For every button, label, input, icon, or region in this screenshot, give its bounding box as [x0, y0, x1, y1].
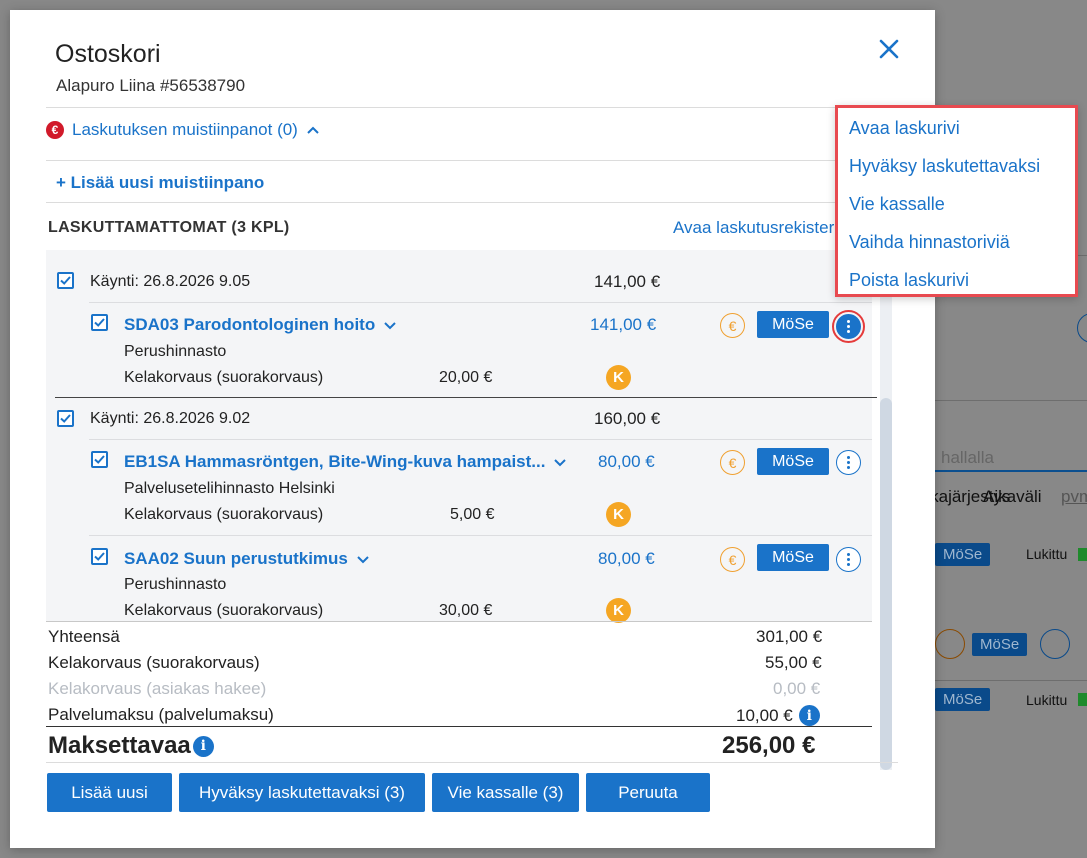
bg-more-icon	[1040, 629, 1070, 659]
kela-icon: K	[606, 598, 631, 623]
billing-notes-label: Laskutuksen muistiinpanot (0)	[72, 120, 298, 139]
euro-alert-icon: €	[46, 121, 64, 139]
chevron-down-icon	[554, 458, 567, 466]
summary-kela-customer-label: Kelakorvaus (asiakas hakee)	[48, 679, 267, 698]
item-3-pricelist: Perushinnasto	[124, 576, 227, 593]
bg-locked-indicator-2	[1078, 693, 1087, 706]
euro-icon[interactable]: €	[720, 313, 745, 338]
euro-icon[interactable]: €	[720, 547, 745, 572]
bg-tab-range: Aikaväli	[983, 487, 1042, 506]
visit-1-total: 141,00 €	[594, 272, 661, 291]
bg-locked-label: Lukittu	[1026, 546, 1068, 562]
euro-icon[interactable]: €	[720, 450, 745, 475]
more-vertical-icon	[847, 455, 850, 470]
item-3-more-button[interactable]	[836, 547, 861, 572]
item-3-kela-amount: 30,00 €	[439, 602, 493, 619]
chevron-down-icon	[357, 555, 369, 563]
bg-mose-button: MöSe	[935, 543, 991, 566]
checkmark-icon	[94, 552, 105, 561]
menu-item-delete-row[interactable]: Poista laskurivi	[849, 270, 969, 291]
item-3-kela-label: Kelakorvaus (suorakorvaus)	[124, 602, 324, 619]
bg-euro-icon	[935, 629, 965, 659]
info-icon[interactable]: i	[798, 705, 820, 726]
patient-name: Alapuro Liina #56538790	[56, 76, 246, 95]
visit-2-checkbox[interactable]	[57, 410, 74, 427]
info-icon[interactable]: i	[192, 735, 214, 757]
bg-locked-indicator	[1078, 548, 1087, 561]
bg-search-input: hallalla	[935, 440, 1087, 472]
close-button[interactable]	[874, 34, 904, 64]
kela-icon: K	[606, 365, 631, 390]
item-1-mose-button[interactable]: MöSe	[757, 311, 829, 338]
chevron-up-icon	[307, 126, 319, 134]
unbilled-section-title: LASKUTTAMATTOMAT (3 KPL)	[48, 219, 290, 236]
item-3-checkbox[interactable]	[91, 548, 108, 565]
bg-tab-date: pvm	[1061, 487, 1087, 506]
item-2-checkbox[interactable]	[91, 451, 108, 468]
item-2-price: 80,00 €	[598, 452, 655, 471]
kela-icon: K	[606, 502, 631, 527]
summary-kela-direct-value: 55,00 €	[765, 653, 822, 672]
cancel-button[interactable]: Peruuta	[586, 773, 710, 812]
visit-2-label: Käynti: 26.8.2026 9.02	[90, 410, 251, 427]
visit-2-total: 160,00 €	[594, 409, 661, 428]
dialog-title: Ostoskori	[55, 40, 161, 68]
add-note-link[interactable]: + Lisää uusi muistiinpano	[56, 173, 264, 193]
menu-item-approve[interactable]: Hyväksy laskutettavaksi	[849, 156, 1040, 177]
item-1-kela-label: Kelakorvaus (suorakorvaus)	[124, 369, 324, 386]
visit-1-label: Käynti: 26.8.2026 9.05	[90, 273, 251, 290]
approve-billing-button[interactable]: Hyväksy laskutettavaksi (3)	[179, 773, 425, 812]
item-3-title[interactable]: SAA02 Suun perustutkimus	[124, 549, 370, 569]
checkmark-icon	[94, 455, 105, 464]
close-icon	[879, 39, 899, 59]
item-3-mose-button[interactable]: MöSe	[757, 544, 829, 571]
payable-label-group: Maksettavaa i	[48, 732, 214, 760]
item-3-price: 80,00 €	[598, 549, 655, 568]
bg-locked-label-2: Lukittu	[1026, 692, 1068, 708]
checkmark-icon	[94, 318, 105, 327]
item-1-title[interactable]: SDA03 Parodontologinen hoito	[124, 315, 397, 335]
item-2-kela-amount: 5,00 €	[450, 506, 495, 523]
item-1-more-button[interactable]	[836, 314, 861, 339]
summary-service-fee-value: 10,00 €	[736, 705, 793, 725]
bg-mose-button-3: MöSe	[935, 688, 991, 711]
shopping-cart-dialog: Ostoskori Alapuro Liina #56538790 € Lask…	[10, 10, 935, 848]
item-1-pricelist: Perushinnasto	[124, 343, 227, 360]
item-2-pricelist: Palvelusetelihinnasto Helsinki	[124, 480, 335, 497]
checkmark-icon	[60, 276, 71, 285]
chevron-down-icon	[384, 321, 396, 329]
payable-value: 256,00 €	[722, 732, 816, 759]
item-2-more-button[interactable]	[836, 450, 861, 475]
add-new-button[interactable]: Lisää uusi	[47, 773, 172, 812]
menu-item-change-pricelist[interactable]: Vaihda hinnastoriviä	[849, 232, 1010, 253]
menu-item-checkout[interactable]: Vie kassalle	[849, 194, 945, 215]
more-vertical-icon	[847, 552, 850, 567]
scrollbar-thumb[interactable]	[880, 398, 892, 770]
checkout-button[interactable]: Vie kassalle (3)	[432, 773, 579, 812]
summary-service-fee-label: Palvelumaksu (palvelumaksu)	[48, 705, 274, 724]
item-2-title[interactable]: EB1SA Hammasröntgen, Bite-Wing-kuva hamp…	[124, 452, 567, 472]
summary-kela-direct-label: Kelakorvaus (suorakorvaus)	[48, 653, 260, 672]
item-1-price: 141,00 €	[590, 315, 657, 334]
summary-total-label: Yhteensä	[48, 627, 120, 646]
payable-label: Maksettavaa	[48, 732, 191, 759]
billing-notes-toggle[interactable]: € Laskutuksen muistiinpanot (0)	[46, 120, 320, 140]
unbilled-list: Käynti: 26.8.2026 9.05 141,00 € SDA03 Pa…	[46, 250, 877, 623]
bg-circle-button	[1077, 313, 1087, 343]
open-billing-register-link[interactable]: Avaa laskutusrekisteri	[673, 218, 838, 238]
checkmark-icon	[60, 414, 71, 423]
visit-1-checkbox[interactable]	[57, 272, 74, 289]
more-vertical-icon	[847, 319, 850, 334]
summary-total-value: 301,00 €	[756, 627, 823, 646]
summary-service-fee: 10,00 € i	[736, 705, 820, 726]
item-1-checkbox[interactable]	[91, 314, 108, 331]
item-2-kela-label: Kelakorvaus (suorakorvaus)	[124, 506, 324, 523]
menu-item-open-row[interactable]: Avaa laskurivi	[849, 118, 960, 139]
row-context-menu: Avaa laskurivi Hyväksy laskutettavaksi V…	[835, 105, 1078, 297]
item-2-mose-button[interactable]: MöSe	[757, 448, 829, 475]
summary-kela-customer-value: 0,00 €	[773, 679, 821, 698]
item-1-kela-amount: 20,00 €	[439, 369, 493, 386]
bg-mose-button-2: MöSe	[972, 633, 1028, 656]
